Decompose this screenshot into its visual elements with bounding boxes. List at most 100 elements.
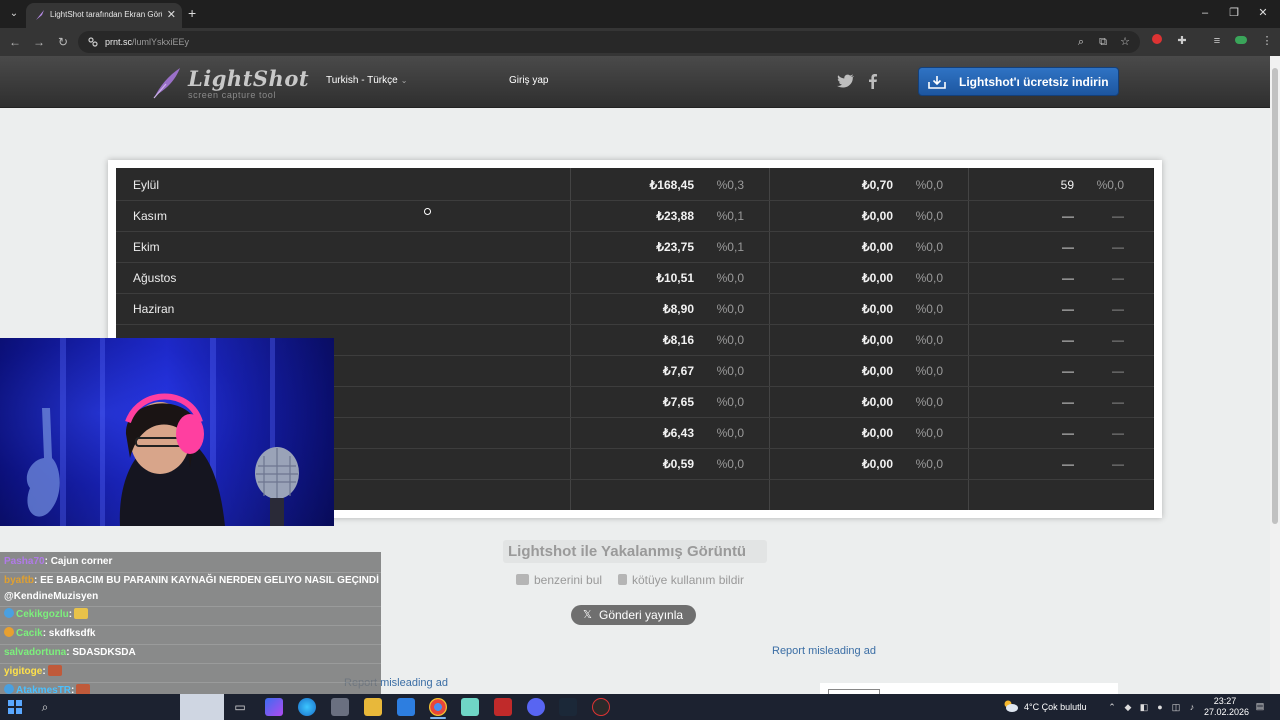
extension-red-icon[interactable]: [1150, 34, 1164, 48]
report-abuse-link[interactable]: kötüye kullanım bildir: [618, 573, 744, 587]
percent-tertiary: —: [1112, 364, 1124, 378]
chat-username[interactable]: Cekikgozlu: [16, 609, 69, 620]
steam-icon[interactable]: [559, 698, 577, 716]
new-tab-icon[interactable]: +: [188, 5, 196, 21]
language-selector[interactable]: Turkish - Türkçe ⌄: [326, 75, 407, 87]
site-info-icon[interactable]: [87, 36, 99, 48]
download-label: Lightshot'ı ücretsiz indirin: [959, 75, 1109, 89]
chat-username[interactable]: Pasha70: [4, 556, 45, 567]
clock-time[interactable]: 23:27: [1206, 696, 1244, 707]
chat-text: : Cajun corner: [44, 556, 113, 567]
chat-text: @KendineMuzisyen: [4, 591, 99, 602]
amount-secondary: ₺0,00: [862, 364, 893, 378]
reload-icon[interactable]: ↻: [55, 34, 71, 50]
chat-username[interactable]: byaftb: [4, 575, 34, 586]
percent-tertiary: —: [1112, 271, 1124, 285]
microphone-icon[interactable]: ●: [1155, 702, 1165, 712]
weather-text[interactable]: 4°C Çok bulutlu: [1024, 702, 1087, 713]
amount-secondary: ₺0,00: [862, 271, 893, 285]
download-button[interactable]: Lightshot'ı ücretsiz indirin: [918, 67, 1119, 96]
search-icon[interactable]: ⌕: [36, 698, 54, 716]
find-similar-label: benzerini bul: [534, 573, 603, 587]
month-name: Ekim: [133, 240, 160, 254]
scrollbar-thumb[interactable]: [1272, 68, 1278, 524]
chat-username[interactable]: salvadortuna: [4, 647, 66, 658]
show-hidden-icons-icon[interactable]: ⌃: [1107, 702, 1117, 712]
file-explorer-icon[interactable]: [364, 698, 382, 716]
count-value: —: [1062, 457, 1074, 471]
report-ad-link[interactable]: Report misleading ad: [772, 645, 876, 658]
count-value: 59: [1060, 178, 1074, 192]
count-value: —: [1062, 240, 1074, 254]
back-icon[interactable]: ←: [7, 34, 23, 50]
install-icon[interactable]: ⧉: [1096, 35, 1110, 49]
chat-badge-icon: [4, 627, 14, 637]
percent-primary: %0,0: [716, 426, 744, 440]
task-view-icon[interactable]: ▭: [231, 698, 249, 716]
maximize-icon[interactable]: ❐: [1224, 6, 1244, 20]
edge-browser-icon[interactable]: [298, 698, 316, 716]
tab-close-icon[interactable]: ✕: [167, 8, 176, 22]
page-scrollbar[interactable]: [1270, 56, 1280, 694]
notifications-icon[interactable]: ▤: [1254, 701, 1266, 713]
lightshot-logo[interactable]: LightShot screen capture tool: [150, 64, 309, 102]
amount-secondary: ₺0,70: [862, 178, 893, 192]
chat-text: : SDASDKSDA: [66, 647, 136, 658]
minimize-icon[interactable]: –: [1195, 6, 1215, 20]
volume-icon[interactable]: ♪: [1187, 702, 1197, 712]
bookmark-star-icon[interactable]: ☆: [1118, 35, 1132, 49]
notepad-icon[interactable]: [461, 698, 479, 716]
amount-secondary: ₺0,00: [862, 302, 893, 316]
copilot-icon[interactable]: [265, 698, 283, 716]
report-abuse-label: kötüye kullanım bildir: [632, 573, 745, 587]
percent-tertiary: —: [1112, 395, 1124, 409]
facebook-icon[interactable]: [864, 72, 882, 90]
post-on-x-button[interactable]: 𝕏 Gönderi yayınla: [571, 605, 696, 625]
table-row: Ekim ₺23,75 %0,1 ₺0,00 %0,0 — —: [116, 232, 1154, 263]
chat-username[interactable]: yigitoge: [4, 666, 42, 677]
chat-message: Pasha70: Cajun corner: [4, 555, 112, 568]
url-input[interactable]: prnt.sc/lumlYskxiEEy ⌕ ⧉ ☆: [78, 31, 1140, 53]
percent-primary: %0,0: [716, 457, 744, 471]
clock-date[interactable]: 27.02.2026: [1204, 707, 1249, 718]
tray-app-icon[interactable]: ◧: [1139, 702, 1149, 712]
browser-tab[interactable]: LightShot tarafından Ekran Görü ✕: [26, 3, 182, 28]
cloudy-weather-icon: [1004, 700, 1018, 712]
discord-icon[interactable]: [527, 698, 545, 716]
login-link[interactable]: Giriş yap: [509, 75, 548, 87]
obs-icon[interactable]: [592, 698, 610, 716]
percent-tertiary: —: [1112, 302, 1124, 316]
count-value: —: [1062, 333, 1074, 347]
extensions-puzzle-icon[interactable]: ✚: [1175, 34, 1189, 48]
chrome-browser-icon[interactable]: [429, 698, 447, 716]
count-value: —: [1062, 209, 1074, 223]
store-icon[interactable]: [331, 698, 349, 716]
profile-icon[interactable]: [1234, 34, 1248, 48]
network-icon[interactable]: ◫: [1171, 702, 1181, 712]
amount-secondary: ₺0,00: [862, 333, 893, 347]
count-value: —: [1062, 302, 1074, 316]
chat-separator: [0, 682, 381, 683]
percent-secondary: %0,0: [915, 209, 943, 223]
forward-icon[interactable]: →: [31, 34, 47, 50]
browser-menu-icon[interactable]: ⋮: [1260, 34, 1274, 48]
media-control-icon[interactable]: ≡: [1210, 34, 1224, 48]
mail-icon[interactable]: [397, 698, 415, 716]
chat-separator: [0, 625, 381, 626]
find-similar-link[interactable]: benzerini bul: [516, 573, 602, 587]
trash-icon: [618, 574, 627, 585]
tab-search-icon[interactable]: ⌄: [6, 6, 22, 22]
tab-title: LightShot tarafından Ekran Görü: [50, 10, 162, 19]
amount-primary: ₺8,90: [663, 302, 694, 316]
tray-app-icon[interactable]: ◆: [1123, 702, 1133, 712]
lightshot-favicon-icon: [36, 10, 44, 20]
video-editor-icon[interactable]: [494, 698, 512, 716]
window-close-icon[interactable]: ✕: [1253, 6, 1273, 20]
chat-username[interactable]: Cacik: [16, 628, 43, 639]
windows-start-icon[interactable]: [6, 698, 24, 716]
zoom-icon[interactable]: ⌕: [1074, 35, 1088, 49]
amount-primary: ₺10,51: [656, 271, 694, 285]
chat-text: :: [42, 666, 46, 677]
twitter-icon[interactable]: [837, 72, 855, 90]
logo-subtitle: screen capture tool: [188, 90, 276, 100]
